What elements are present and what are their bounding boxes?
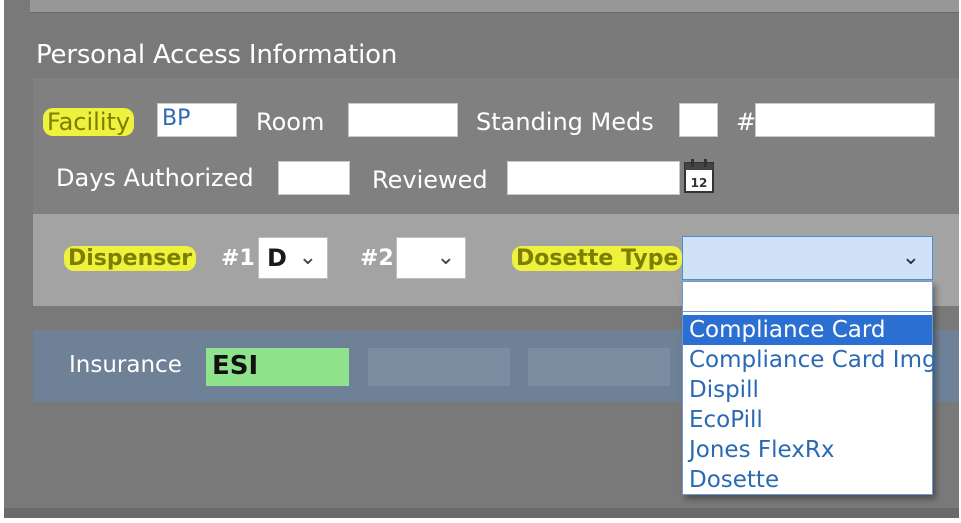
room-input[interactable]: [348, 103, 458, 137]
number-label: #: [736, 108, 757, 136]
facility-input[interactable]: BP: [157, 103, 237, 137]
room-label: Room: [256, 108, 325, 136]
dropdown-option[interactable]: Dispill: [683, 375, 932, 405]
slot1-value: D: [267, 244, 287, 272]
slot2-select[interactable]: ⌄: [396, 237, 466, 279]
number-input[interactable]: [755, 103, 935, 137]
calendar-icon[interactable]: 12: [683, 158, 715, 194]
insurance-primary-field[interactable]: ESI: [206, 348, 349, 386]
slot1-label: #1: [221, 246, 255, 271]
chevron-down-icon: ⌄: [901, 245, 920, 270]
dispenser-label-text: Dispenser: [64, 246, 197, 271]
insurance-label: Insurance: [69, 352, 182, 378]
dispenser-label: Dispenser: [64, 246, 197, 271]
chevron-down-icon: ⌄: [298, 245, 317, 270]
days-authorized-label: Days Authorized: [56, 164, 254, 192]
dropdown-option[interactable]: Compliance Card Img: [683, 345, 937, 375]
standing-meds-input[interactable]: [679, 103, 718, 137]
facility-label: Facility: [43, 108, 135, 136]
slot2-label: #2: [360, 246, 394, 271]
dropdown-option[interactable]: Jones FlexRx: [683, 435, 932, 465]
dosette-type-label: Dosette Type: [512, 246, 683, 271]
standing-meds-label: Standing Meds: [476, 108, 654, 136]
dosette-type-options: Compliance Card Compliance Card Img Disp…: [682, 281, 937, 495]
top-strip: [30, 0, 959, 13]
dropdown-option[interactable]: [683, 282, 932, 312]
facility-label-text: Facility: [43, 108, 135, 136]
slot1-select[interactable]: D ⌄: [258, 237, 328, 279]
days-authorized-input[interactable]: [278, 161, 350, 195]
dosette-type-select[interactable]: ⌄: [682, 236, 933, 280]
dosette-type-label-text: Dosette Type: [512, 246, 683, 271]
reviewed-label: Reviewed: [372, 166, 488, 194]
section-title: Personal Access Information: [36, 40, 398, 70]
dropdown-option[interactable]: Dosette: [683, 465, 932, 495]
bottom-strip: [4, 508, 959, 518]
chevron-down-icon: ⌄: [436, 245, 455, 270]
calendar-icon-text: 12: [691, 176, 708, 190]
dropdown-option[interactable]: EcoPill: [683, 405, 932, 435]
reviewed-date-input[interactable]: [507, 161, 680, 195]
dropdown-option-selected[interactable]: Compliance Card: [683, 315, 932, 345]
insurance-secondary-field[interactable]: [368, 348, 510, 386]
insurance-tertiary-field[interactable]: [528, 348, 670, 386]
facility-panel: [33, 78, 959, 215]
